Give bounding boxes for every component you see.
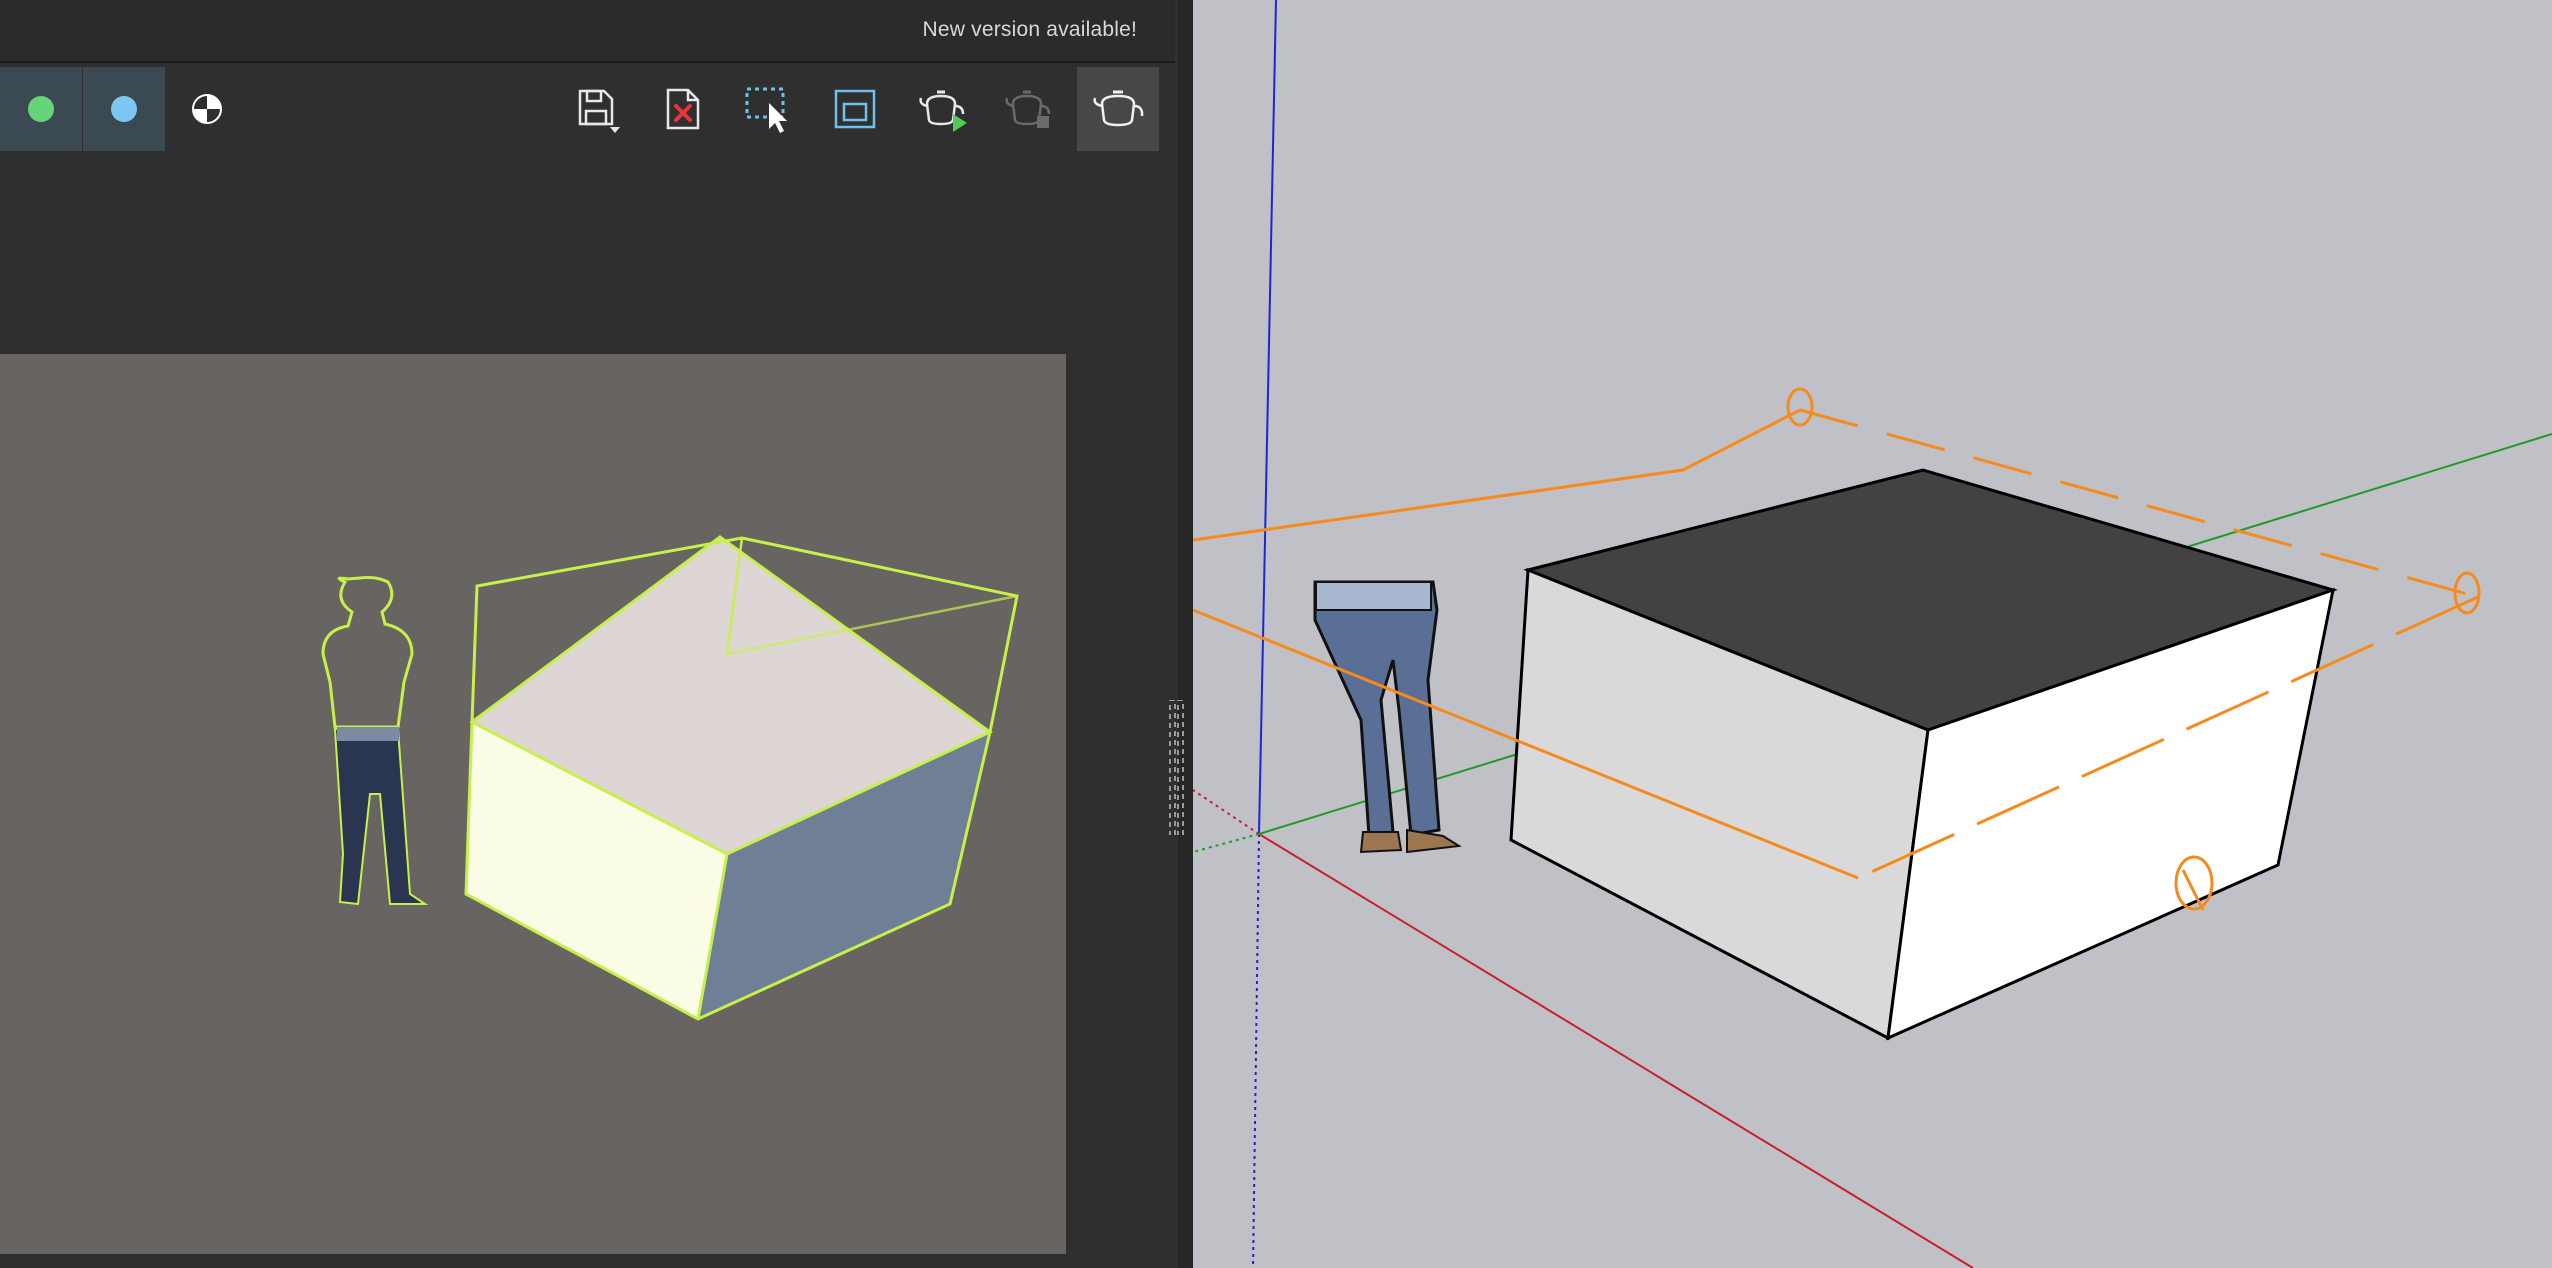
save-button[interactable]: [556, 67, 638, 151]
model-box: [1509, 468, 2338, 1041]
checker-sphere-icon: [192, 94, 222, 124]
model-scene: [1193, 0, 2552, 1268]
green-sphere-icon: [28, 96, 54, 122]
select-region-icon: [745, 87, 787, 133]
clear-icon: [666, 88, 700, 130]
teapot-play-icon: [919, 90, 967, 132]
select-region-button[interactable]: [728, 67, 810, 151]
model-person: [1313, 580, 1462, 854]
render-viewport[interactable]: [0, 354, 1066, 1254]
start-render-button[interactable]: [904, 67, 986, 151]
green-material-button[interactable]: [0, 67, 82, 151]
title-bar: New version available!: [0, 0, 1175, 63]
panel-splitter[interactable]: [1178, 0, 1193, 1268]
rendered-person: [321, 576, 429, 906]
save-icon: [578, 89, 620, 133]
update-notice[interactable]: New version available!: [922, 18, 1137, 42]
render-region-button[interactable]: [814, 67, 896, 151]
clear-button[interactable]: [642, 67, 724, 151]
blue-axis: [1258, 0, 1277, 835]
model-viewport[interactable]: [1193, 0, 2552, 1268]
teapot-icon: [1093, 90, 1144, 127]
render-region-icon: [834, 89, 876, 129]
rendered-box: [464, 535, 1019, 1021]
stop-render-button[interactable]: [990, 67, 1072, 151]
interactive-render-button[interactable]: [1077, 67, 1159, 151]
teapot-stop-icon: [1005, 90, 1051, 128]
blue-sphere-icon: [111, 96, 137, 122]
splitter-grip-icon[interactable]: [1168, 700, 1186, 835]
render-toolbar: [0, 65, 1175, 153]
rendered-scene: [321, 535, 1019, 1021]
blue-material-button[interactable]: [83, 67, 165, 151]
material-preview-button[interactable]: [166, 67, 248, 151]
render-panel: New version available!: [0, 0, 1193, 1268]
